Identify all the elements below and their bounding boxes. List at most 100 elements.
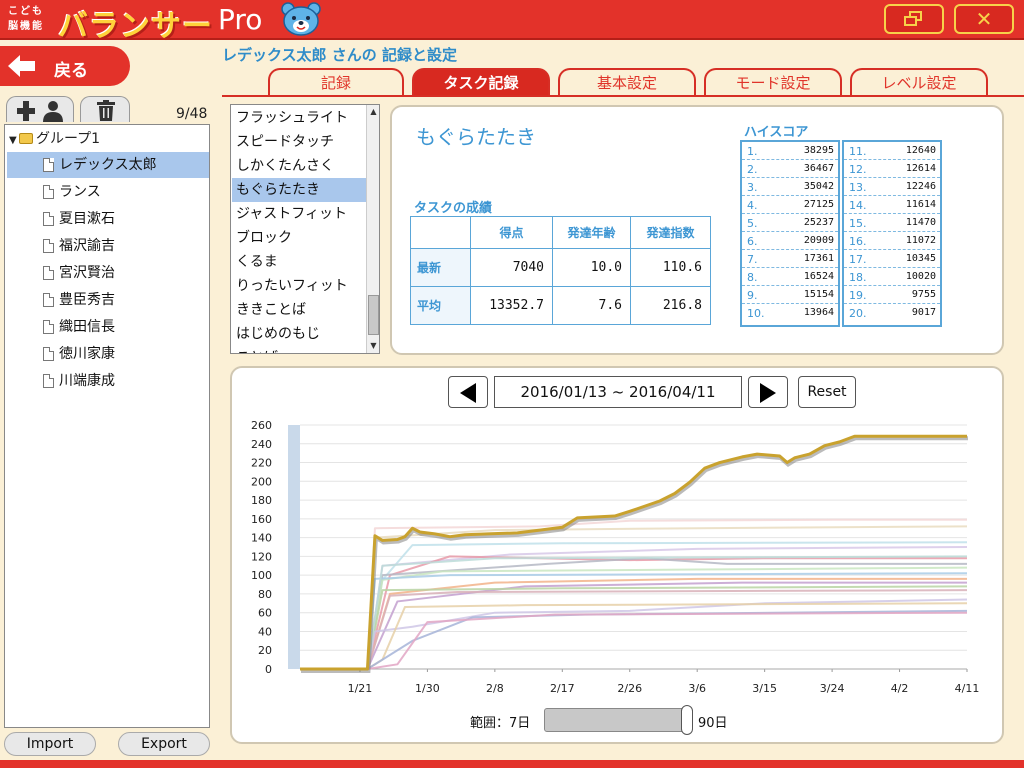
range-slider-track[interactable] (544, 708, 690, 732)
results-title: タスクの成績 (414, 201, 493, 216)
delete-user-button[interactable] (80, 96, 130, 122)
highscore-row: 7. 17361 (742, 250, 838, 268)
member-label: 夏目漱石 (59, 211, 115, 227)
x-tick-label: 2/8 (486, 682, 504, 695)
highscore-row: 15. 11470 (844, 214, 940, 232)
task-list[interactable]: フラッシュライト スピードタッチ しかくたんさく もぐらたたき ジャストフィット… (230, 104, 380, 354)
highscore-row: 12. 12614 (844, 160, 940, 178)
series-line (300, 598, 968, 670)
task-item[interactable]: ジャストフィット (232, 202, 366, 226)
row-label: 最新 (410, 248, 471, 287)
task-item[interactable]: しかくたんさく (232, 154, 366, 178)
highscore-rank: 20. (849, 307, 867, 320)
tab-task-records[interactable]: タスク記録 (412, 68, 550, 96)
highscore-rank: 4. (747, 199, 758, 212)
highscore-rank: 11. (849, 145, 867, 158)
bear-mascot-icon (281, 2, 321, 36)
tab-underline (222, 95, 1024, 97)
export-button[interactable]: Export (118, 732, 210, 756)
page-title: レデックス太郎 さんの 記録と設定 (222, 46, 457, 64)
highlight-series-shadow (301, 436, 968, 673)
member-item[interactable]: 夏目漱石 (7, 206, 209, 232)
highscore-rank: 8. (747, 271, 758, 284)
member-item[interactable]: 宮沢賢治 (7, 260, 209, 286)
member-label: 織田信長 (59, 319, 115, 335)
range-slider-thumb[interactable] (681, 705, 693, 735)
row-label: 平均 (410, 286, 471, 325)
latest-dev-index: 110.6 (630, 248, 711, 287)
highscore-rank: 16. (849, 235, 867, 248)
scroll-down-icon[interactable]: ▼ (367, 339, 379, 353)
scroll-up-icon[interactable]: ▲ (367, 105, 379, 119)
restore-window-button[interactable] (884, 4, 944, 34)
highscore-value: 11470 (905, 217, 936, 228)
y-tick-label: 200 (251, 475, 272, 488)
expand-caret-icon[interactable]: ▼ (9, 131, 19, 151)
import-button[interactable]: Import (4, 732, 96, 756)
range-label: 範囲：7日 (470, 716, 531, 731)
tab-basic-settings[interactable]: 基本設定 (558, 68, 696, 96)
member-item[interactable]: 豊臣秀吉 (7, 287, 209, 313)
highscore-value: 10020 (905, 271, 936, 282)
tab-records[interactable]: 記録 (268, 68, 404, 96)
member-item[interactable]: 徳川家康 (7, 341, 209, 367)
reset-button[interactable]: Reset (798, 376, 856, 408)
member-label: 川端康成 (59, 373, 115, 389)
x-tick-label: 1/30 (415, 682, 440, 695)
member-item[interactable]: 福沢諭吉 (7, 233, 209, 259)
date-range-display: 2016/01/13 ~ 2016/04/11 (494, 376, 742, 408)
highscore-rank: 15. (849, 217, 867, 230)
highscore-value: 15154 (803, 289, 834, 300)
highscore-value: 35042 (803, 181, 834, 192)
member-label: レデックス太郎 (59, 157, 157, 173)
next-period-button[interactable] (748, 376, 788, 408)
task-list-scrollbar[interactable]: ▲ ▼ (366, 105, 379, 353)
highscore-rank: 18. (849, 271, 867, 284)
series-line (300, 611, 968, 670)
task-item[interactable]: くるま (232, 250, 366, 274)
member-tree[interactable]: ▼ グループ1 レデックス太郎 ランス 夏目漱石 福沢諭吉 宮沢賢治 豊臣秀吉 織… (4, 124, 210, 728)
member-item[interactable]: ランス (7, 179, 209, 205)
task-item[interactable]: スピードタッチ (232, 130, 366, 154)
x-tick-label: 4/2 (891, 682, 909, 695)
highscore-rank: 9. (747, 289, 758, 302)
task-item[interactable]: ことば (232, 346, 366, 353)
member-item[interactable]: レデックス太郎 (7, 152, 209, 178)
app-logo-pro: Pro (218, 3, 263, 36)
x-tick-label: 3/24 (820, 682, 845, 695)
document-icon (43, 185, 54, 199)
close-icon: ✕ (975, 7, 993, 31)
document-icon (43, 293, 54, 307)
highscore-row: 18. 10020 (844, 268, 940, 286)
task-item[interactable]: りったいフィット (232, 274, 366, 298)
tab-level-settings[interactable]: レベル設定 (850, 68, 988, 96)
average-dev-index: 216.8 (630, 286, 711, 325)
task-item[interactable]: もぐらたたき (232, 178, 366, 202)
member-item[interactable]: 織田信長 (7, 314, 209, 340)
task-item[interactable]: はじめのもじ (232, 322, 366, 346)
task-item[interactable]: フラッシュライト (232, 106, 366, 130)
tab-mode-settings[interactable]: モード設定 (704, 68, 842, 96)
group-node[interactable]: ▼ グループ1 (9, 129, 100, 149)
highscore-row: 16. 11072 (844, 232, 940, 250)
add-user-button[interactable] (6, 96, 74, 122)
y-tick-label: 60 (258, 607, 272, 620)
back-button[interactable]: 戻る (0, 46, 130, 86)
highscore-value: 38295 (803, 145, 834, 156)
highscore-rank: 6. (747, 235, 758, 248)
triangle-right-icon (760, 383, 776, 403)
member-item[interactable]: 川端康成 (7, 368, 209, 394)
y-tick-label: 260 (251, 419, 272, 432)
scroll-thumb[interactable] (368, 295, 379, 335)
close-window-button[interactable]: ✕ (954, 4, 1014, 34)
x-tick-label: 1/21 (348, 682, 373, 695)
x-tick-label: 3/6 (688, 682, 706, 695)
task-item[interactable]: ききことば (232, 298, 366, 322)
latest-dev-age: 10.0 (552, 248, 631, 287)
task-item[interactable]: ブロック (232, 226, 366, 250)
average-dev-age: 7.6 (552, 286, 631, 325)
highscore-value: 12640 (905, 145, 936, 156)
document-icon (43, 239, 54, 253)
results-table: 得点 発達年齢 発達指数 最新 7040 10.0 110.6 平均 13352… (410, 216, 711, 325)
prev-period-button[interactable] (448, 376, 488, 408)
